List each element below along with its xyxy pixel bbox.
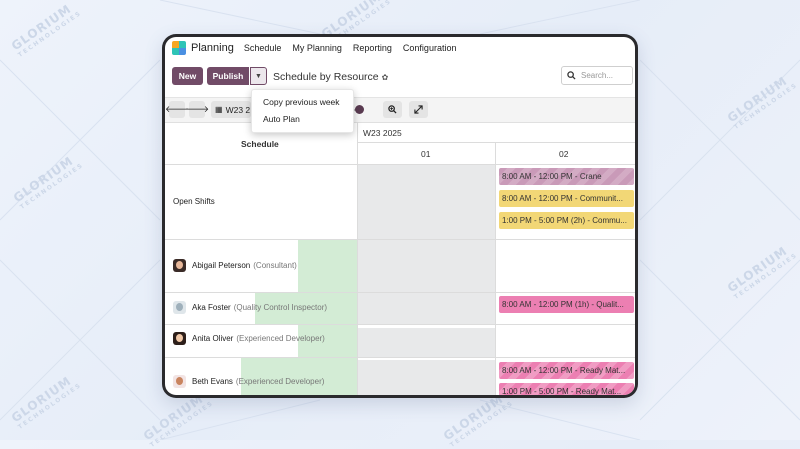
search-icon xyxy=(567,71,576,80)
period-header: W23 2025 xyxy=(363,128,402,138)
day-01-column xyxy=(357,164,495,324)
zoom-slider-handle[interactable] xyxy=(355,105,364,114)
search-input[interactable]: Search... xyxy=(561,66,633,85)
day-header-02: 02 xyxy=(559,149,569,159)
grid-line xyxy=(357,142,635,143)
row-role: (Experienced Developer) xyxy=(235,377,325,386)
fullscreen-button[interactable] xyxy=(409,101,428,118)
publish-dropdown-toggle[interactable]: ▼ xyxy=(250,67,267,85)
grid-line xyxy=(165,239,635,240)
search-placeholder: Search... xyxy=(581,71,614,80)
nav-my-planning[interactable]: My Planning xyxy=(292,43,342,53)
row-open-shifts[interactable]: Open Shifts xyxy=(173,197,215,206)
row-beth-evans[interactable]: Beth Evans (Experienced Developer) xyxy=(173,375,324,388)
grid-line xyxy=(165,164,635,165)
date-range-label: W23 2 xyxy=(225,104,251,115)
nav-configuration[interactable]: Configuration xyxy=(403,43,457,53)
row-role: (Experienced Developer) xyxy=(236,334,325,343)
publish-button[interactable]: Publish xyxy=(207,67,249,85)
control-panel: New Publish ▼ Schedule by Resource ✿ Sear… xyxy=(165,59,635,98)
day-header-01: 01 xyxy=(421,149,431,159)
schedule-header-label: Schedule xyxy=(241,139,279,149)
menu-item-auto-plan[interactable]: Auto Plan xyxy=(263,114,300,124)
app-screen: Planning Schedule My Planning Reporting … xyxy=(165,37,635,395)
row-name: Anita Oliver xyxy=(192,334,234,343)
row-name: Aka Foster xyxy=(192,303,231,312)
next-button[interactable]: 🡒 xyxy=(185,101,209,118)
row-abigail-peterson[interactable]: Abigail Peterson (Consultant) xyxy=(173,259,297,272)
gantt-toolbar: 🡐 🡒 ▦ W23 2 xyxy=(165,98,635,123)
row-name: Beth Evans xyxy=(192,377,233,386)
gantt-grid: Schedule W23 2025 01 02 Open Shifts Abig… xyxy=(165,122,635,395)
avatar xyxy=(173,301,186,314)
grid-line xyxy=(357,122,358,395)
app-name[interactable]: Planning xyxy=(191,42,234,54)
publish-menu: Copy previous week Auto Plan xyxy=(251,89,354,133)
caret-down-icon: ▼ xyxy=(255,72,262,80)
shift-pill[interactable]: 1:00 PM - 5:00 PM (2h) - Commu... xyxy=(499,212,634,229)
availability-bar xyxy=(298,239,357,292)
arrow-right-icon: 🡒 xyxy=(184,104,210,114)
view-title-text: Schedule by Resource xyxy=(273,71,379,83)
calendar-icon: ▦ xyxy=(215,105,223,114)
date-range-button[interactable]: ▦ W23 2 xyxy=(211,101,251,118)
new-button[interactable]: New xyxy=(172,67,203,85)
previous-button[interactable]: 🡐 xyxy=(165,101,189,118)
expand-icon xyxy=(414,105,423,114)
menu-item-copy-previous-week[interactable]: Copy previous week xyxy=(263,97,340,107)
row-role: (Quality Control Inspector) xyxy=(233,303,328,312)
nav-schedule[interactable]: Schedule xyxy=(244,43,282,53)
row-anita-oliver[interactable]: Anita Oliver (Experienced Developer) xyxy=(173,332,325,345)
zoom-button[interactable] xyxy=(383,101,402,118)
view-title: Schedule by Resource ✿ xyxy=(273,71,388,83)
grid-line xyxy=(165,292,635,293)
avatar xyxy=(173,332,186,345)
day-01-column xyxy=(357,328,495,358)
top-navbar: Planning Schedule My Planning Reporting … xyxy=(165,37,635,59)
shift-pill[interactable]: 8:00 AM - 12:00 PM (1h) - Qualit... xyxy=(499,296,634,313)
device-frame: Planning Schedule My Planning Reporting … xyxy=(162,34,638,398)
avatar xyxy=(173,375,186,388)
shift-pill[interactable]: 8:00 AM - 12:00 PM - Ready Mat... xyxy=(499,362,634,379)
row-role: (Consultant) xyxy=(253,261,297,270)
planning-app-icon[interactable] xyxy=(172,41,186,55)
row-name: Abigail Peterson xyxy=(192,261,251,270)
row-name: Open Shifts xyxy=(173,197,215,206)
grid-line xyxy=(495,142,496,395)
gear-icon[interactable]: ✿ xyxy=(382,73,389,82)
grid-line xyxy=(165,357,635,358)
shift-pill[interactable]: 8:00 AM - 12:00 PM - Communit... xyxy=(499,190,634,207)
nav-reporting[interactable]: Reporting xyxy=(353,43,392,53)
day-01-column xyxy=(357,360,495,395)
grid-line xyxy=(165,324,635,325)
shift-pill[interactable]: 1:00 PM - 5:00 PM - Ready Mat... xyxy=(499,383,634,395)
zoom-in-icon xyxy=(388,105,397,114)
avatar xyxy=(173,259,186,272)
row-aka-foster[interactable]: Aka Foster (Quality Control Inspector) xyxy=(173,301,327,314)
shift-pill[interactable]: 8:00 AM - 12:00 PM - Crane xyxy=(499,168,634,185)
